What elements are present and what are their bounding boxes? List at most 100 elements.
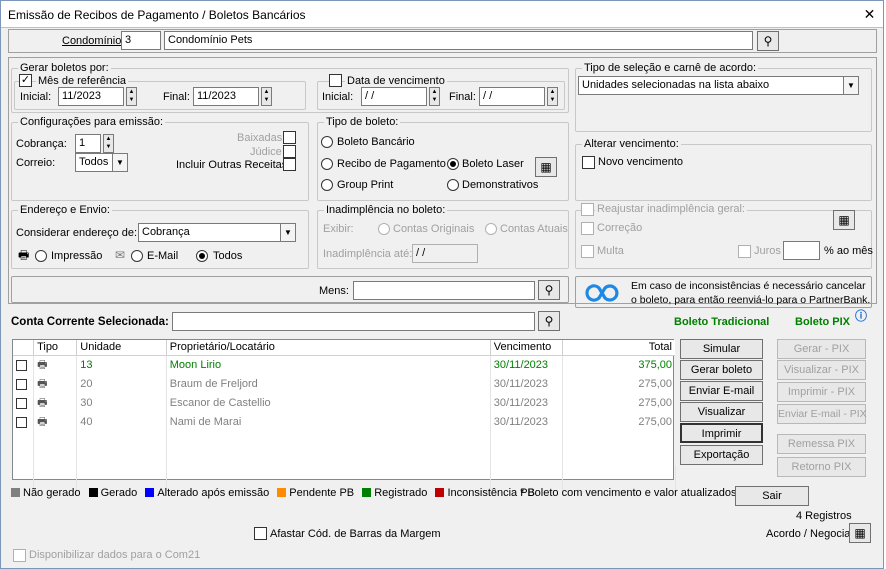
venc-final-input[interactable]: / / bbox=[479, 87, 545, 106]
enviar-email-button[interactable]: Enviar E-mail bbox=[680, 381, 763, 401]
juros-checkbox[interactable] bbox=[738, 245, 751, 258]
todos-radio[interactable] bbox=[196, 250, 208, 262]
cobranca-spin[interactable]: ▲ ▼ bbox=[103, 134, 114, 153]
impressao-radio[interactable] bbox=[35, 250, 47, 262]
mes-inicial-spin[interactable]: ▲ ▼ bbox=[126, 87, 137, 106]
mes-final-spin[interactable]: ▲ ▼ bbox=[261, 87, 272, 106]
cell-unidade: 30 bbox=[76, 393, 167, 413]
binoculars-icon[interactable]: ⚲ bbox=[538, 280, 560, 300]
simular-button[interactable]: Simular bbox=[680, 339, 763, 359]
col-total[interactable]: Total bbox=[562, 340, 677, 356]
enviar-email-pix-button[interactable]: Enviar E-mail - PIX bbox=[777, 404, 867, 424]
correcao-checkbox[interactable] bbox=[581, 222, 594, 235]
cobranca-input[interactable]: 1 bbox=[75, 134, 101, 153]
col-tipo[interactable]: Tipo bbox=[33, 340, 78, 356]
info-text: Em caso de inconsistências é necessário … bbox=[631, 280, 871, 306]
legend-swatch-green bbox=[362, 488, 372, 497]
legend-swatch-gray bbox=[11, 488, 20, 497]
row-checkbox[interactable] bbox=[13, 355, 35, 375]
cobranca-label: Cobrança: bbox=[16, 138, 67, 150]
legend-note: * Boleto com vencimento e valor atualiza… bbox=[520, 487, 740, 499]
afastar-checkbox[interactable] bbox=[254, 527, 267, 540]
acordo-icon[interactable]: ▦ bbox=[849, 523, 871, 543]
chevron-down-icon[interactable]: ▼ bbox=[843, 77, 858, 94]
venc-inicial-input[interactable]: / / bbox=[361, 87, 427, 106]
boletos-table: Tipo Unidade Proprietário/Locatário Venc… bbox=[12, 339, 677, 494]
data-venc-checkbox[interactable] bbox=[329, 74, 342, 87]
condominio-code-input[interactable]: 3 bbox=[121, 31, 161, 50]
juros-input[interactable] bbox=[783, 241, 820, 260]
chevron-down-icon[interactable]: ▼ bbox=[112, 154, 127, 171]
binoculars-icon[interactable]: ⚲ bbox=[538, 311, 560, 331]
col-vencimento[interactable]: Vencimento bbox=[490, 340, 563, 356]
boleto-bancario-radio[interactable] bbox=[321, 136, 333, 148]
imprimir-pix-button[interactable]: Imprimir - PIX bbox=[777, 382, 866, 402]
tipo-selecao-select[interactable]: Unidades selecionadas na lista abaixo ▼ bbox=[578, 76, 859, 95]
visualizar-pix-button[interactable]: Visualizar - PIX bbox=[777, 360, 866, 380]
imprimir-button[interactable]: Imprimir bbox=[680, 423, 763, 443]
endereco-select[interactable]: Cobrança ▼ bbox=[138, 223, 296, 242]
reajustar-title: Reajustar inadimplência geral: bbox=[595, 203, 747, 216]
mes-ref-checkbox[interactable]: ✓ bbox=[19, 74, 32, 87]
venc-final-label: Final: bbox=[449, 91, 476, 103]
impressao-label: Impressão bbox=[51, 250, 103, 262]
condominio-name-input[interactable]: Condomínio Pets bbox=[164, 31, 753, 50]
settings-icon[interactable]: ▦ bbox=[833, 210, 855, 230]
venc-inicial-spin[interactable]: ▲ ▼ bbox=[429, 87, 440, 106]
mens-input[interactable] bbox=[353, 281, 535, 300]
col-unidade[interactable]: Unidade bbox=[76, 340, 167, 356]
judice-checkbox[interactable] bbox=[283, 145, 296, 158]
correio-select[interactable]: Todos ▼ bbox=[75, 153, 128, 172]
com21-checkbox[interactable] bbox=[13, 549, 26, 562]
table-row[interactable]: 🖶 20 Braum de Freljord 30/11/2023 275,00 bbox=[13, 374, 677, 394]
venc-final-spin[interactable]: ▲ ▼ bbox=[547, 87, 558, 106]
visualizar-button[interactable]: Visualizar bbox=[680, 402, 763, 422]
acordo-label: Acordo / Negociar bbox=[766, 528, 855, 540]
table-row[interactable]: 🖶 13 Moon Lirio 30/11/2023 375,00 bbox=[13, 355, 677, 375]
chevron-down-icon[interactable]: ▼ bbox=[280, 224, 295, 241]
boleto-laser-radio[interactable] bbox=[447, 158, 459, 170]
table-row[interactable]: 🖶 30 Escanor de Castellio 30/11/2023 275,00 bbox=[13, 393, 677, 413]
legend-registrado: Registrado bbox=[374, 487, 428, 499]
outras-checkbox[interactable] bbox=[283, 158, 296, 171]
recibo-radio[interactable] bbox=[321, 158, 333, 170]
partnerbank-logo-icon bbox=[579, 281, 625, 305]
endereco-title: Endereço e Envio: bbox=[18, 204, 112, 216]
demonstrativos-radio[interactable] bbox=[447, 179, 459, 191]
inad-ate-input[interactable]: / / bbox=[412, 244, 478, 263]
group-print-radio[interactable] bbox=[321, 179, 333, 191]
sair-button[interactable]: Sair bbox=[735, 486, 809, 506]
boleto-pix-label: Boleto PIX bbox=[795, 316, 851, 328]
close-icon[interactable]: ✕ bbox=[856, 1, 883, 27]
conta-input[interactable] bbox=[172, 312, 535, 331]
row-checkbox[interactable] bbox=[13, 393, 35, 413]
retorno-pix-button[interactable]: Retorno PIX bbox=[777, 457, 866, 477]
gerar-boleto-button[interactable]: Gerar boleto bbox=[680, 360, 763, 380]
email-radio[interactable] bbox=[131, 250, 143, 262]
originais-radio[interactable] bbox=[378, 223, 390, 235]
cell-vencimento: 30/11/2023 bbox=[490, 393, 563, 413]
multa-checkbox[interactable] bbox=[581, 245, 594, 258]
com21-label: Disponibilizar dados para o Com21 bbox=[29, 549, 201, 561]
mes-final-input[interactable]: 11/2023 bbox=[193, 87, 259, 106]
table-row[interactable]: 🖶 40 Nami de Marai 30/11/2023 275,00 bbox=[13, 412, 677, 432]
legend-gerado: Gerado bbox=[100, 487, 138, 499]
info-icon[interactable]: ⓘ bbox=[855, 310, 867, 323]
settings-icon[interactable]: ▦ bbox=[535, 157, 557, 177]
novo-venc-checkbox[interactable] bbox=[582, 156, 595, 169]
venc-inicial-label: Inicial: bbox=[322, 91, 354, 103]
binoculars-icon[interactable]: ⚲ bbox=[757, 31, 779, 51]
exportacao-button[interactable]: Exportação bbox=[680, 445, 763, 465]
correio-value: Todos bbox=[79, 156, 109, 168]
col-proprietario[interactable]: Proprietário/Locatário bbox=[166, 340, 491, 356]
mes-inicial-input[interactable]: 11/2023 bbox=[58, 87, 124, 106]
mes-inicial-label: Inicial: bbox=[20, 91, 52, 103]
reajustar-checkbox[interactable] bbox=[581, 203, 594, 216]
row-checkbox[interactable] bbox=[13, 412, 35, 432]
printer-icon: 🖶 bbox=[33, 355, 78, 375]
row-checkbox[interactable] bbox=[13, 374, 35, 394]
remessa-pix-button[interactable]: Remessa PIX bbox=[777, 434, 866, 454]
atuais-radio[interactable] bbox=[485, 223, 497, 235]
gerar-pix-button[interactable]: Gerar - PIX bbox=[777, 339, 866, 359]
baixadas-checkbox[interactable] bbox=[283, 131, 296, 144]
